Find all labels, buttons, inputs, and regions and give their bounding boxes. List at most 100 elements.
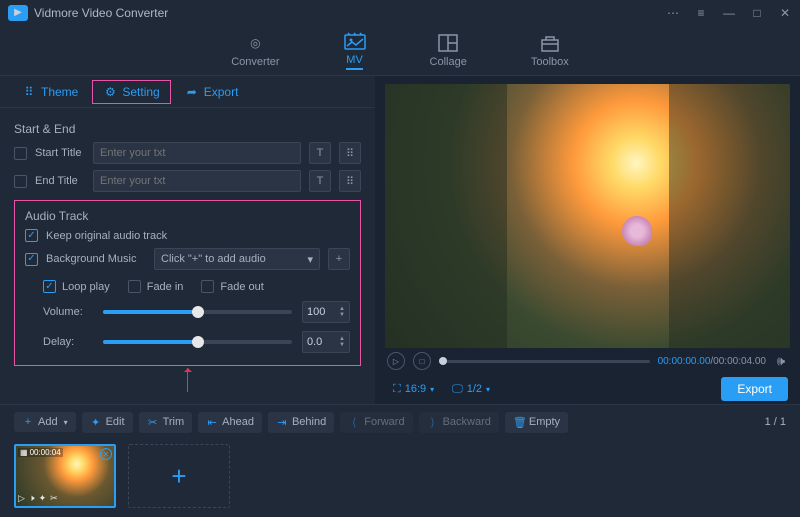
bg-music-row: Background Music Click "+" to add audio …: [25, 248, 350, 270]
empty-button[interactable]: 🗑Empty: [505, 412, 568, 433]
add-clip-button[interactable]: +: [128, 444, 230, 508]
subtab-export[interactable]: ➦ Export: [175, 81, 249, 103]
volume-value: 100: [307, 306, 325, 318]
film-icon: ▦: [20, 448, 28, 457]
progress-bar[interactable]: [439, 360, 650, 363]
thumb-mute-icon[interactable]: 🕨: [29, 493, 35, 504]
start-title-row: Start Title T ⠿: [14, 142, 361, 164]
aspect-ratio-dropdown[interactable]: ⛶ 16:9 ▾: [387, 380, 440, 399]
callout-arrow-icon: [14, 366, 361, 396]
audio-track-section: Audio Track Keep original audio track Ba…: [14, 200, 361, 366]
clip-thumbnail[interactable]: ▦00:00:04 ✕ ▷ 🕨 ✦ ✂: [14, 444, 116, 508]
add-audio-button[interactable]: +: [328, 248, 350, 270]
start-end-title: Start & End: [14, 122, 361, 136]
end-title-label: End Title: [35, 175, 85, 187]
export-icon: ➦: [185, 85, 199, 99]
ahead-button[interactable]: ⇤Ahead: [198, 412, 262, 433]
subtab-theme[interactable]: ⠿ Theme: [12, 81, 88, 103]
aspect-label: 16:9: [405, 383, 426, 395]
scale-label: 1/2: [467, 383, 482, 395]
start-title-font-button[interactable]: T: [309, 142, 331, 164]
bg-music-checkbox[interactable]: [25, 253, 38, 266]
loop-checkbox[interactable]: [43, 280, 56, 293]
subtab-setting-label: Setting: [122, 85, 159, 99]
fadeout-checkbox[interactable]: [201, 280, 214, 293]
start-title-checkbox[interactable]: [14, 147, 27, 160]
thumb-trim-icon[interactable]: ✂: [50, 493, 58, 504]
trim-button[interactable]: ✂Trim: [139, 412, 193, 433]
feedback-icon[interactable]: ⋯: [666, 6, 680, 20]
backward-label: Backward: [443, 416, 491, 428]
minimize-icon[interactable]: —: [722, 6, 736, 20]
progress-thumb[interactable]: [439, 357, 447, 365]
main-tabs: ◎ Converter MV Collage Toolbox: [0, 26, 800, 76]
thumbnail-strip: ▦00:00:04 ✕ ▷ 🕨 ✦ ✂ +: [0, 439, 800, 517]
subtab-export-label: Export: [204, 85, 239, 99]
behind-icon: ⇥: [276, 416, 288, 429]
subtab-setting[interactable]: ⚙ Setting: [92, 80, 170, 104]
scale-dropdown[interactable]: 🖵 1/2 ▾: [446, 380, 496, 399]
preview-content: [622, 216, 652, 246]
mv-icon: [344, 31, 366, 51]
page-indicator: 1 / 1: [765, 416, 786, 428]
app-title: Vidmore Video Converter: [34, 6, 666, 20]
titlebar: ▶ Vidmore Video Converter ⋯ ≡ — □ ✕: [0, 0, 800, 26]
close-icon[interactable]: ✕: [778, 6, 792, 20]
scissors-icon: ✂: [147, 416, 159, 429]
menu-icon[interactable]: ≡: [694, 6, 708, 20]
player-options: ⛶ 16:9 ▾ 🖵 1/2 ▾ Export: [385, 374, 790, 404]
app-window: ▶ Vidmore Video Converter ⋯ ≡ — □ ✕ ◎ Co…: [0, 0, 800, 517]
thumb-close-button[interactable]: ✕: [100, 448, 112, 460]
backward-icon: ⟩: [427, 416, 439, 429]
tab-mv[interactable]: MV: [336, 27, 374, 74]
maximize-icon[interactable]: □: [750, 6, 764, 20]
aspect-icon: ⛶: [393, 383, 401, 396]
content: ⠿ Theme ⚙ Setting ➦ Export Start & End S…: [0, 76, 800, 404]
chevron-down-icon: ▾: [430, 385, 434, 394]
delay-spinner[interactable]: ▲▼: [339, 336, 345, 348]
fadein-label: Fade in: [147, 281, 184, 293]
tab-toolbox[interactable]: Toolbox: [523, 29, 577, 72]
theme-icon: ⠿: [22, 85, 36, 99]
delay-slider[interactable]: [103, 340, 292, 344]
chevron-down-icon: ▾: [486, 385, 490, 394]
fadein-checkbox[interactable]: [128, 280, 141, 293]
thumb-edit-icon[interactable]: ✦: [39, 493, 47, 504]
video-preview[interactable]: [385, 84, 790, 348]
forward-button[interactable]: ⟨Forward: [340, 412, 412, 433]
end-title-font-button[interactable]: T: [309, 170, 331, 192]
behind-button[interactable]: ⇥Behind: [268, 412, 334, 433]
stop-button[interactable]: □: [413, 352, 431, 370]
volume-input[interactable]: 100 ▲▼: [302, 301, 350, 323]
volume-spinner[interactable]: ▲▼: [339, 306, 345, 318]
add-button[interactable]: +Add▾: [14, 412, 76, 432]
volume-slider[interactable]: [103, 310, 292, 314]
thumb-play-icon[interactable]: ▷: [18, 493, 25, 504]
left-panel: ⠿ Theme ⚙ Setting ➦ Export Start & End S…: [0, 76, 375, 404]
backward-button[interactable]: ⟩ Backward: [419, 412, 499, 433]
thumb-duration: ▦00:00:04: [18, 448, 63, 457]
start-title-label: Start Title: [35, 147, 85, 159]
delay-input[interactable]: 0.0 ▲▼: [302, 331, 350, 353]
edit-button[interactable]: ✦Edit: [82, 412, 133, 433]
end-title-shadow-button[interactable]: ⠿: [339, 170, 361, 192]
toolbox-icon: [539, 33, 561, 53]
keep-original-label: Keep original audio track: [46, 230, 167, 242]
add-label: Add: [38, 416, 58, 428]
tab-collage[interactable]: Collage: [422, 29, 475, 72]
start-title-input[interactable]: [93, 142, 301, 164]
keep-original-row: Keep original audio track: [25, 229, 350, 242]
play-button[interactable]: ▷: [387, 352, 405, 370]
start-title-shadow-button[interactable]: ⠿: [339, 142, 361, 164]
end-title-checkbox[interactable]: [14, 175, 27, 188]
delay-label: Delay:: [43, 336, 93, 348]
keep-original-checkbox[interactable]: [25, 229, 38, 242]
volume-row: Volume: 100 ▲▼: [43, 301, 350, 323]
end-title-input[interactable]: [93, 170, 301, 192]
loop-label: Loop play: [62, 281, 110, 293]
export-button[interactable]: Export: [721, 377, 788, 401]
volume-icon[interactable]: 🕪: [774, 354, 788, 368]
tab-converter[interactable]: ◎ Converter: [223, 29, 287, 72]
tab-toolbox-label: Toolbox: [531, 56, 569, 68]
bg-music-dropdown[interactable]: Click "+" to add audio ▾: [154, 248, 320, 270]
